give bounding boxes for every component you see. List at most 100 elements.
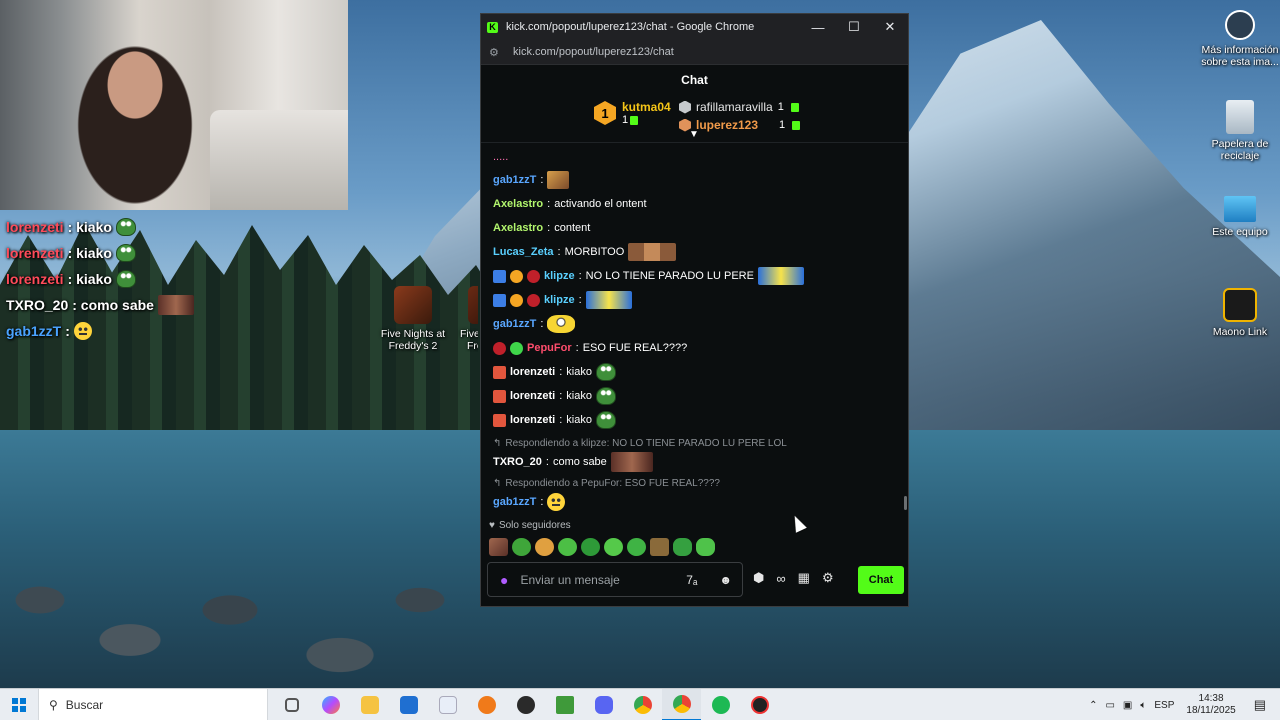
- desktop-icon-fnaf-partial[interactable]: Five Fre: [448, 286, 478, 352]
- leaderboard-first[interactable]: 1 kutma04 1: [594, 100, 671, 126]
- recent-emote-icon[interactable]: [558, 538, 577, 556]
- language-indicator[interactable]: ESP: [1154, 700, 1174, 711]
- message-username[interactable]: klipze: [544, 270, 575, 282]
- recent-emote-icon[interactable]: [627, 538, 646, 556]
- chat-message: lorenzeti: kiako: [493, 408, 908, 432]
- clock-time: 14:38: [1198, 693, 1224, 704]
- desktop-icon-label: Más información sobre esta ima...: [1201, 44, 1279, 68]
- recent-emote-icon[interactable]: [581, 538, 600, 556]
- overlay-text: : kiako: [67, 271, 112, 287]
- taskbar-spotify[interactable]: [701, 689, 740, 720]
- chrome-icon: [672, 695, 691, 713]
- message-username[interactable]: Axelastro: [493, 198, 543, 210]
- minimize-button[interactable]: —: [800, 20, 836, 35]
- overlay-username: TXRO_20: [6, 297, 69, 313]
- taskbar-word[interactable]: [428, 689, 467, 720]
- message-username[interactable]: gab1zzT: [493, 318, 536, 330]
- taskbar-search[interactable]: ⚲ Buscar: [38, 688, 268, 720]
- overlay-row: TXRO_20 : como sabe: [6, 292, 346, 318]
- message-username[interactable]: gab1zzT: [493, 496, 536, 508]
- taskbar-chrome-active[interactable]: [662, 689, 701, 720]
- recent-emote-icon[interactable]: [535, 538, 554, 556]
- discord-icon: [594, 696, 613, 714]
- store-icon[interactable]: ▦: [798, 570, 810, 586]
- message-username[interactable]: Axelastro: [493, 222, 543, 234]
- badge-icon: [493, 341, 506, 355]
- recent-emote-icon[interactable]: [512, 538, 531, 556]
- emoji-icon[interactable]: ☻: [719, 573, 732, 587]
- start-button[interactable]: [0, 689, 38, 720]
- chat-message: klipze:: [493, 288, 908, 312]
- message-composer[interactable]: ● Enviar un mensaje 7ₐ ☻: [487, 562, 743, 597]
- device-icon[interactable]: ▭: [1105, 700, 1114, 711]
- volume-icon[interactable]: 🔈︎: [1140, 700, 1146, 711]
- message-username[interactable]: lorenzeti: [510, 390, 555, 402]
- close-button[interactable]: ✕: [872, 19, 908, 35]
- desktop-icon-spotlight[interactable]: Más información sobre esta ima...: [1200, 10, 1280, 68]
- message-username[interactable]: PepuFor: [527, 342, 572, 354]
- collapse-icon[interactable]: ▼: [688, 129, 700, 140]
- recent-emote-icon[interactable]: [696, 538, 715, 556]
- followers-only-label: Solo seguidores: [498, 520, 571, 531]
- message-username[interactable]: TXRO_20: [493, 456, 542, 468]
- chevron-up-icon[interactable]: ⌃: [1089, 700, 1097, 711]
- desktop-icon-this-pc[interactable]: Este equipo: [1200, 196, 1280, 238]
- task-view-button[interactable]: [272, 689, 311, 720]
- taskbar-obs[interactable]: [506, 689, 545, 720]
- taskbar-app-orange[interactable]: [467, 689, 506, 720]
- copilot-icon: [321, 696, 340, 714]
- clock[interactable]: 14:38 18/11/2025: [1186, 693, 1235, 717]
- notifications-icon[interactable]: ▤: [1254, 697, 1266, 713]
- overlay-username: lorenzeti: [6, 271, 64, 287]
- taskbar-minecraft[interactable]: [545, 689, 584, 720]
- chat-message: lorenzeti: kiako: [493, 384, 908, 408]
- leaderboard-second-name: rafillamaravilla: [696, 100, 773, 114]
- message-username[interactable]: gab1zzT: [493, 174, 536, 186]
- spotify-icon: [711, 696, 730, 714]
- chat-messages[interactable]: ..... gab1zzT: Axelastro: activando el o…: [481, 156, 908, 524]
- desktop-icon-maono[interactable]: Maono Link: [1200, 288, 1280, 338]
- desktop-icon-recycle-bin[interactable]: Papelera de reciclaje: [1200, 100, 1280, 162]
- taskbar-file-explorer[interactable]: [350, 689, 389, 720]
- microphone-icon[interactable]: ●: [500, 572, 508, 588]
- address-bar[interactable]: ⚙ kick.com/popout/luperez123/chat: [481, 40, 908, 65]
- recent-emote-icon[interactable]: [650, 538, 669, 556]
- leaderboard-second[interactable]: rafillamaravilla 1: [679, 100, 799, 114]
- reply-context[interactable]: ↰ Respondiendo a PepuFor: ESO FUE REAL??…: [493, 476, 908, 490]
- face-emote-icon: [157, 295, 194, 315]
- message-text: NO LO TIENE PARADO LU PERE: [585, 270, 754, 282]
- taskbar-chrome[interactable]: [623, 689, 662, 720]
- site-info-icon[interactable]: ⚙: [489, 46, 501, 59]
- taskbar-discord[interactable]: [584, 689, 623, 720]
- word-icon: [438, 696, 457, 714]
- chat-tools: ⬢ ∞ ▦ ⚙: [753, 570, 834, 586]
- message-username[interactable]: Lucas_Zeta: [493, 246, 554, 258]
- send-chat-button[interactable]: Chat: [858, 566, 904, 594]
- taskbar-store[interactable]: [389, 689, 428, 720]
- message-username[interactable]: lorenzeti: [510, 414, 555, 426]
- gift-icon: [792, 120, 801, 130]
- translate-icon[interactable]: 7ₐ: [686, 573, 697, 587]
- message-username[interactable]: lorenzeti: [510, 366, 555, 378]
- recent-emote-icon[interactable]: [604, 538, 623, 556]
- kicks-icon[interactable]: ⬢: [753, 570, 764, 586]
- desktop-icon-fnaf2[interactable]: Five Nights at Freddy's 2: [373, 286, 453, 352]
- store-icon: [399, 696, 418, 714]
- infinity-icon[interactable]: ∞: [776, 571, 785, 586]
- recent-emote-icon[interactable]: [673, 538, 692, 556]
- recent-emote-icon[interactable]: [489, 538, 508, 556]
- minecraft-icon: [555, 696, 574, 714]
- settings-icon[interactable]: ⚙: [822, 570, 834, 586]
- gifter-leaderboard: 1 kutma04 1 rafillamaravilla 1 luperez12…: [481, 95, 908, 143]
- reply-context[interactable]: ↰ Respondiendo a klipze: NO LO TIENE PAR…: [493, 436, 908, 450]
- maximize-button[interactable]: ☐: [836, 19, 872, 35]
- network-icon[interactable]: ▣: [1123, 700, 1132, 711]
- message-username[interactable]: klipze: [544, 294, 575, 306]
- chat-scrollbar[interactable]: [904, 496, 907, 510]
- taskbar-copilot[interactable]: [311, 689, 350, 720]
- taskbar-app-dark[interactable]: [740, 689, 779, 720]
- emote-icon: [585, 291, 632, 309]
- neutral-face-emote-icon: [73, 322, 92, 340]
- message-input[interactable]: Enviar un mensaje: [520, 573, 674, 587]
- leaderboard-third-count: 1: [779, 119, 786, 131]
